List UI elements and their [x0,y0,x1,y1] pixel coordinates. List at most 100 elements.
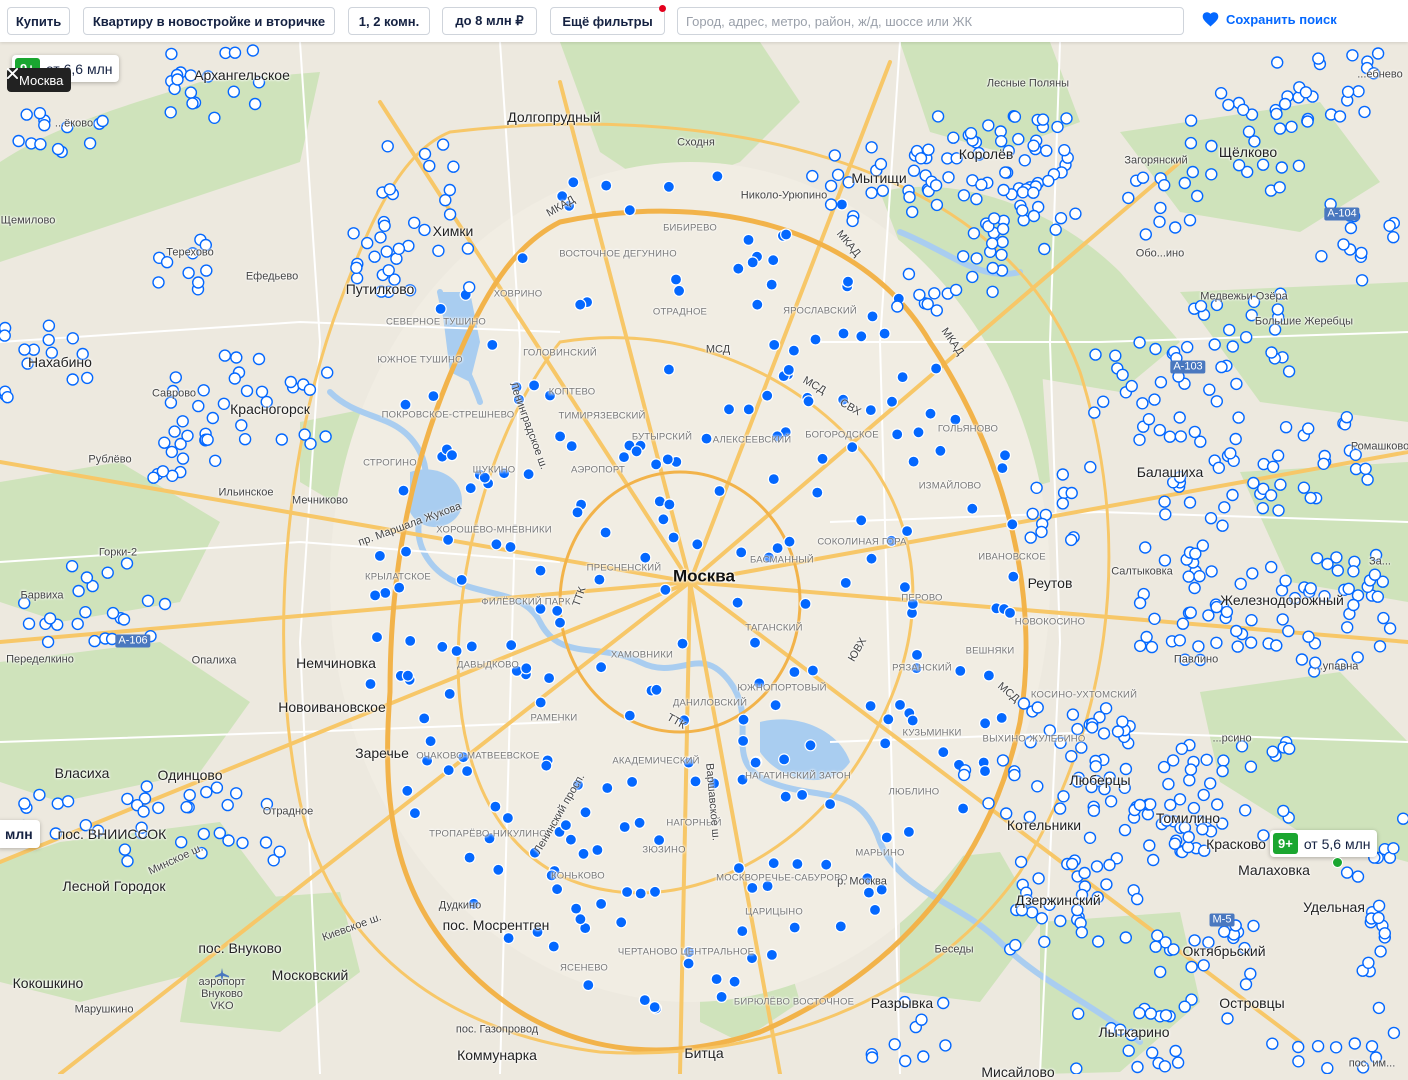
listing-marker[interactable] [1130,892,1144,906]
listing-marker[interactable] [206,411,220,425]
listing-marker[interactable] [210,781,224,794]
listing-marker[interactable] [1244,967,1257,980]
listing-marker-new[interactable] [436,640,449,653]
listing-marker[interactable] [1025,906,1039,919]
listing-marker[interactable] [1245,614,1258,627]
listing-marker[interactable] [1154,376,1168,389]
listing-marker[interactable] [432,244,445,258]
listing-marker[interactable] [1317,457,1330,470]
listing-marker[interactable] [957,768,971,782]
listing-marker[interactable] [347,227,360,240]
listing-marker[interactable] [1036,113,1050,126]
listing-marker-new[interactable] [907,455,920,468]
listing-marker[interactable] [1153,965,1167,979]
listing-marker-new[interactable] [418,712,431,725]
listing-marker[interactable] [88,634,101,648]
listing-marker[interactable] [34,137,47,151]
listing-marker-new[interactable] [880,831,893,844]
listing-marker[interactable] [65,560,79,573]
listing-marker[interactable] [1270,56,1284,69]
listing-marker[interactable] [1204,512,1218,525]
listing-marker-new[interactable] [577,847,590,860]
listing-marker-new[interactable] [676,637,689,650]
listing-marker-new[interactable] [650,683,663,696]
listing-marker-new[interactable] [882,713,895,726]
listing-marker[interactable] [982,797,995,810]
listing-marker[interactable] [1292,159,1306,173]
listing-marker-new[interactable] [862,886,876,899]
listing-marker[interactable] [72,584,85,598]
listing-marker-new[interactable] [761,389,774,402]
listing-marker[interactable] [939,1039,952,1052]
listing-marker-new[interactable] [364,677,377,691]
listing-marker[interactable] [1016,204,1029,217]
listing-marker[interactable] [1159,1009,1173,1022]
listing-marker[interactable] [1282,365,1296,378]
cluster-tag-se[interactable]: 9+ от 5,6 млн [1270,830,1377,857]
listing-marker[interactable] [957,250,970,263]
listing-marker[interactable] [1234,577,1247,590]
listing-marker-new[interactable] [399,545,413,558]
listing-marker-new[interactable] [722,403,736,416]
listing-marker[interactable] [79,606,92,619]
listing-marker-new[interactable] [450,644,463,658]
listing-marker[interactable] [137,805,150,818]
listing-marker-new[interactable] [501,811,514,825]
listing-marker[interactable] [197,384,210,397]
listing-marker-new[interactable] [547,940,560,953]
listing-marker[interactable] [169,371,183,384]
listing-marker[interactable] [1220,605,1234,619]
listing-marker[interactable] [1145,1046,1159,1059]
listing-marker[interactable] [806,169,819,183]
listing-marker[interactable] [22,617,36,630]
listing-marker-new[interactable] [751,298,764,311]
listing-marker[interactable] [1058,143,1071,157]
listing-marker-new[interactable] [769,699,782,712]
listing-marker[interactable] [1089,760,1103,773]
listing-marker-new[interactable] [898,581,912,594]
listing-marker[interactable] [1315,249,1328,263]
listing-marker-new[interactable] [599,526,612,539]
listing-marker-new[interactable] [1007,570,1020,583]
listing-marker[interactable] [1149,342,1162,356]
listing-marker[interactable] [1144,1007,1158,1020]
listing-marker-new[interactable] [811,486,824,499]
listing-marker-new[interactable] [866,310,879,323]
listing-marker-new[interactable] [841,275,855,288]
listing-marker[interactable] [1133,596,1147,610]
listing-marker-new[interactable] [638,993,651,1007]
listing-marker-new[interactable] [771,542,784,555]
listing-marker[interactable] [1109,349,1122,362]
listing-marker[interactable] [865,1051,879,1064]
listing-marker[interactable] [876,184,889,197]
listing-marker[interactable] [1387,842,1400,855]
listing-marker-new[interactable] [455,573,468,587]
listing-marker[interactable] [275,433,288,446]
listing-marker[interactable] [171,73,184,86]
listing-marker[interactable] [917,1050,930,1063]
listing-marker-new[interactable] [966,502,979,515]
listing-marker[interactable] [906,205,919,219]
listing-marker[interactable] [1087,804,1101,817]
listing-marker-new[interactable] [767,473,780,486]
listing-marker[interactable] [1030,481,1043,494]
listing-marker[interactable] [1169,1044,1182,1058]
listing-marker[interactable] [1103,858,1116,872]
listing-marker-new[interactable] [900,525,914,538]
listing-marker[interactable] [186,97,199,110]
listing-marker[interactable] [101,566,114,579]
listing-marker[interactable] [947,131,960,144]
listing-marker-new[interactable] [804,739,817,752]
listing-marker[interactable] [930,304,943,317]
listing-marker[interactable] [1131,1060,1144,1074]
listing-marker[interactable] [942,171,955,184]
listing-marker[interactable] [1032,872,1045,885]
listing-marker-new[interactable] [582,978,595,992]
listing-marker[interactable] [181,429,194,442]
listing-marker[interactable] [1016,186,1030,199]
listing-marker[interactable] [1275,161,1289,174]
listing-marker[interactable] [1340,411,1354,424]
listing-marker-new[interactable] [542,671,556,685]
listing-marker[interactable] [1226,488,1239,502]
listing-marker[interactable] [874,157,888,171]
